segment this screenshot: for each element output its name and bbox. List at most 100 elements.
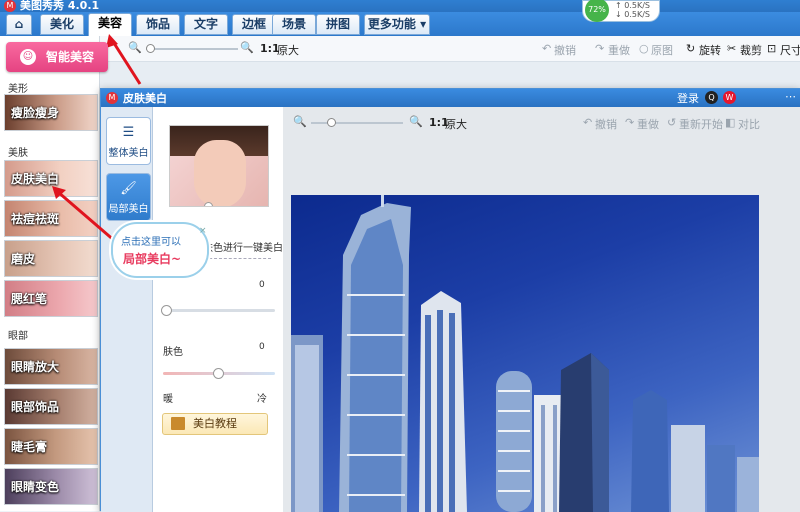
- redo-button[interactable]: 重做: [608, 42, 630, 58]
- title-bar: M 美图秀秀 4.0.1: [0, 0, 800, 12]
- sidebar-item-slim[interactable]: 瘦脸瘦身: [4, 94, 98, 131]
- restart-button[interactable]: 重新开始: [679, 116, 723, 132]
- preview-redo-icon[interactable]: ↷: [625, 116, 634, 129]
- compare-icon[interactable]: ◧: [725, 116, 735, 129]
- warm-label: 暖: [163, 394, 173, 405]
- compare-button[interactable]: 对比: [738, 116, 760, 132]
- cityscape-photo[interactable]: [291, 195, 759, 512]
- preview-undo[interactable]: 撤销: [595, 116, 617, 132]
- upload-speed: ↑ 0.5K/S: [615, 1, 650, 10]
- sidebar-item-label: 腮红笔: [11, 292, 48, 306]
- tab-frame[interactable]: 边框: [232, 14, 276, 35]
- sidebar-item-label: 瘦脸瘦身: [11, 106, 60, 120]
- tab-home[interactable]: ⌂: [6, 14, 32, 35]
- size-button[interactable]: 尺寸: [780, 42, 800, 58]
- restart-icon[interactable]: ↺: [667, 116, 676, 129]
- book-icon: [171, 417, 185, 430]
- tab-beautify[interactable]: 美化: [40, 14, 84, 35]
- dialog-more-icon[interactable]: ⋯: [785, 90, 796, 103]
- tutorial-label: 美白教程: [193, 417, 237, 430]
- tab-scene[interactable]: 场景: [272, 14, 316, 35]
- sidebar-item-label: 磨皮: [11, 252, 36, 266]
- sliders-icon: ☰: [122, 125, 135, 140]
- dialog-logo-icon: M: [106, 92, 118, 104]
- crop-button[interactable]: 裁剪: [740, 42, 762, 58]
- zoom-in-icon[interactable]: 🔍: [240, 41, 254, 54]
- sidebar-item-blush[interactable]: 腮红笔: [4, 280, 98, 317]
- section-shape: 美形: [8, 84, 28, 95]
- sidebar-item-label: 睫毛膏: [11, 440, 48, 454]
- main-tab-bar: ⌂ 美化 美容 饰品 文字 边框 场景 拼图 更多功能 ▾: [0, 12, 800, 36]
- rotate-button[interactable]: 旋转: [699, 42, 721, 58]
- app-logo-icon: M: [4, 0, 16, 12]
- callout-close-icon[interactable]: ×: [199, 226, 207, 236]
- beauty-sidebar: ☺ 智能美容 美形 瘦脸瘦身 美肤 皮肤美白 祛痘祛斑 磨皮 腮红笔 眼部 眼睛…: [0, 36, 100, 511]
- preview-slider-knob[interactable]: [204, 202, 213, 206]
- strength-value: 0: [259, 280, 265, 290]
- qq-icon[interactable]: Q: [705, 91, 718, 104]
- tab-overall-label: 整体美白: [108, 148, 149, 159]
- callout-line1: 点击这里可以: [121, 237, 181, 248]
- smart-beauty-button-overlay[interactable]: ☺ 智能美容: [6, 42, 108, 72]
- network-monitor[interactable]: 72% ↑ 0.5K/S ↓ 0.5K/S: [582, 0, 660, 22]
- image-preview-panel: 🔍 🔍 1:1 原大 ↶ 撤销 ↷ 重做 ↺ 重新开始 ◧ 对比: [283, 107, 800, 512]
- preview-zoom-out-icon[interactable]: 🔍: [293, 115, 307, 128]
- rotate-icon[interactable]: ↻: [686, 42, 695, 55]
- preview-zoom-in-icon[interactable]: 🔍: [409, 115, 423, 128]
- preview-toolbar: 🔍 🔍 1:1 原大 ↶ 撤销 ↷ 重做 ↺ 重新开始 ◧ 对比: [283, 107, 800, 137]
- strength-slider-knob[interactable]: [161, 305, 172, 316]
- zoom-slider-knob[interactable]: [146, 44, 155, 53]
- tab-overall-whitening[interactable]: ☰ 整体美白: [106, 117, 151, 165]
- preview-zoom-knob[interactable]: [327, 118, 336, 127]
- tab-collage[interactable]: 拼图: [316, 14, 360, 35]
- resize-icon[interactable]: ⊡: [767, 42, 776, 55]
- login-link[interactable]: 登录: [677, 90, 699, 106]
- dialog-mode-tabs: ☰ 整体美白 🖌 局部美白: [101, 107, 153, 512]
- sidebar-item-smooth[interactable]: 磨皮: [4, 240, 98, 277]
- original-button[interactable]: 原图: [651, 42, 673, 58]
- preview-undo-icon[interactable]: ↶: [583, 116, 592, 129]
- dialog-title-bar[interactable]: M 皮肤美白 登录 Q W ⋯: [101, 89, 800, 107]
- sidebar-item-label: 眼睛放大: [11, 360, 60, 374]
- undo-button[interactable]: 撤销: [554, 42, 576, 58]
- sidebar-item-eye-accessory[interactable]: 眼部饰品: [4, 388, 98, 425]
- preview-original-size[interactable]: 原大: [445, 116, 467, 132]
- tab-text[interactable]: 文字: [184, 14, 228, 35]
- smart-beauty-overlay-label: 智能美容: [46, 50, 95, 64]
- skin-whitening-dialog: M 皮肤美白 登录 Q W ⋯ ☰ 整体美白 🖌 局部美白 对人物肤色进行一键美…: [100, 88, 800, 512]
- main-toolbar: 🔍 🔍 1:1 原大 ↶ 撤销 ↷ 重做 ○ 原图 ↻ 旋转 ✂ 裁剪 ⊡ 尺寸: [0, 36, 800, 62]
- download-speed: ↓ 0.5K/S: [615, 10, 650, 19]
- tab-accessories[interactable]: 饰品: [136, 14, 180, 35]
- zoom-slider[interactable]: [146, 44, 238, 53]
- sidebar-item-eye-enlarge[interactable]: 眼睛放大: [4, 348, 98, 385]
- app-title: 美图秀秀 4.0.1: [20, 0, 100, 12]
- crop-icon[interactable]: ✂: [727, 42, 736, 55]
- tab-local-whitening[interactable]: 🖌 局部美白: [106, 173, 151, 221]
- sidebar-item-mascara[interactable]: 睫毛膏: [4, 428, 98, 465]
- sidebar-item-eye-color[interactable]: 眼睛变色: [4, 468, 98, 505]
- preview-redo[interactable]: 重做: [637, 116, 659, 132]
- preview-zoom-slider[interactable]: [311, 118, 403, 127]
- strength-slider[interactable]: [161, 305, 275, 316]
- hint-callout: × 点击这里可以 局部美白~: [111, 222, 209, 278]
- sidebar-item-whitening[interactable]: 皮肤美白: [4, 160, 98, 197]
- preview-slider[interactable]: [204, 202, 213, 206]
- zoom-out-icon[interactable]: 🔍: [128, 41, 142, 54]
- smart-beauty-overlay-icon: ☺: [20, 49, 36, 65]
- tab-more-features[interactable]: 更多功能 ▾: [364, 14, 430, 35]
- weibo-icon[interactable]: W: [723, 91, 736, 104]
- sample-face-preview: [169, 125, 269, 207]
- tab-beauty[interactable]: 美容: [88, 13, 132, 36]
- whitening-controls: 对人物肤色进行一键美白 0 肤色 0 暖 冷 美白教程: [153, 107, 283, 512]
- skin-tone-slider-knob[interactable]: [213, 368, 224, 379]
- redo-icon[interactable]: ↷: [595, 42, 604, 55]
- sidebar-item-acne[interactable]: 祛痘祛斑: [4, 200, 98, 237]
- original-size-button[interactable]: 原大: [277, 42, 299, 58]
- undo-icon[interactable]: ↶: [542, 42, 551, 55]
- whitening-tutorial-button[interactable]: 美白教程: [162, 413, 268, 435]
- skin-tone-slider[interactable]: [163, 368, 275, 379]
- sidebar-item-label: 皮肤美白: [11, 172, 60, 186]
- callout-line2: 局部美白~: [123, 252, 182, 266]
- section-eyes: 眼部: [8, 331, 28, 342]
- original-icon[interactable]: ○: [639, 42, 649, 55]
